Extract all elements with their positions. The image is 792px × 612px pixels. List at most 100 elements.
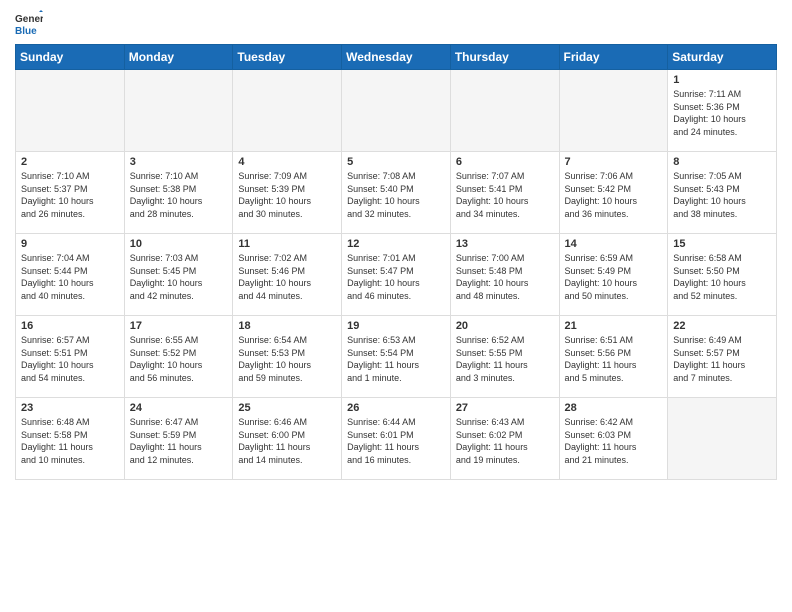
day-cell: 13 Sunrise: 7:00 AM Sunset: 5:48 PM Dayli… <box>450 234 559 316</box>
week-row-4: 16 Sunrise: 6:57 AM Sunset: 5:51 PM Dayli… <box>16 316 777 398</box>
day-number: 12 <box>347 238 445 250</box>
day-cell: 27 Sunrise: 6:43 AM Sunset: 6:02 PM Dayli… <box>450 398 559 480</box>
day-cell: 4 Sunrise: 7:09 AM Sunset: 5:39 PM Daylig… <box>233 152 342 234</box>
logo: General Blue <box>15 10 43 38</box>
day-number: 13 <box>456 238 554 250</box>
day-number: 24 <box>130 402 228 414</box>
calendar-table: SundayMondayTuesdayWednesdayThursdayFrid… <box>15 44 777 480</box>
day-info: Sunrise: 6:54 AM Sunset: 5:53 PM Dayligh… <box>238 334 336 384</box>
day-cell: 23Sunrise: 6:48 AM Sunset: 5:58 PM Dayli… <box>16 398 125 480</box>
weekday-sunday: Sunday <box>16 45 125 70</box>
day-number: 19 <box>347 320 445 332</box>
day-cell: 16 Sunrise: 6:57 AM Sunset: 5:51 PM Dayli… <box>16 316 125 398</box>
day-number: 4 <box>238 156 336 168</box>
weekday-thursday: Thursday <box>450 45 559 70</box>
day-info: Sunrise: 7:09 AM Sunset: 5:39 PM Dayligh… <box>238 170 336 220</box>
page: General Blue SundayMondayTuesdayWednesda… <box>0 0 792 612</box>
day-info: Sunrise: 6:53 AM Sunset: 5:54 PM Dayligh… <box>347 334 445 384</box>
day-cell: 26 Sunrise: 6:44 AM Sunset: 6:01 PM Dayli… <box>342 398 451 480</box>
day-info: Sunrise: 6:43 AM Sunset: 6:02 PM Dayligh… <box>456 416 554 466</box>
weekday-header-row: SundayMondayTuesdayWednesdayThursdayFrid… <box>16 45 777 70</box>
day-info: Sunrise: 7:02 AM Sunset: 5:46 PM Dayligh… <box>238 252 336 302</box>
day-cell: 22 Sunrise: 6:49 AM Sunset: 5:57 PM Dayli… <box>668 316 777 398</box>
day-info: Sunrise: 6:44 AM Sunset: 6:01 PM Dayligh… <box>347 416 445 466</box>
day-number: 2 <box>21 156 119 168</box>
day-cell: 18 Sunrise: 6:54 AM Sunset: 5:53 PM Dayli… <box>233 316 342 398</box>
day-info: Sunrise: 7:10 AM Sunset: 5:37 PM Dayligh… <box>21 170 119 220</box>
day-cell: 15Sunrise: 6:58 AM Sunset: 5:50 PM Dayli… <box>668 234 777 316</box>
day-cell: 17Sunrise: 6:55 AM Sunset: 5:52 PM Dayli… <box>124 316 233 398</box>
day-number: 5 <box>347 156 445 168</box>
day-cell: 14 Sunrise: 6:59 AM Sunset: 5:49 PM Dayli… <box>559 234 668 316</box>
day-info: Sunrise: 6:48 AM Sunset: 5:58 PM Dayligh… <box>21 416 119 466</box>
day-cell: 21 Sunrise: 6:51 AM Sunset: 5:56 PM Dayli… <box>559 316 668 398</box>
day-info: Sunrise: 7:06 AM Sunset: 5:42 PM Dayligh… <box>565 170 663 220</box>
day-number: 6 <box>456 156 554 168</box>
day-cell: 1 Sunrise: 7:11 AM Sunset: 5:36 PM Daylig… <box>668 70 777 152</box>
day-cell: 8 Sunrise: 7:05 AM Sunset: 5:43 PM Daylig… <box>668 152 777 234</box>
day-info: Sunrise: 6:59 AM Sunset: 5:49 PM Dayligh… <box>565 252 663 302</box>
day-number: 18 <box>238 320 336 332</box>
day-cell: 9Sunrise: 7:04 AM Sunset: 5:44 PM Daylig… <box>16 234 125 316</box>
day-cell <box>16 70 125 152</box>
svg-text:General: General <box>15 14 43 25</box>
day-info: Sunrise: 7:01 AM Sunset: 5:47 PM Dayligh… <box>347 252 445 302</box>
day-number: 3 <box>130 156 228 168</box>
weekday-friday: Friday <box>559 45 668 70</box>
day-cell: 20 Sunrise: 6:52 AM Sunset: 5:55 PM Dayli… <box>450 316 559 398</box>
logo-svg: General Blue <box>15 10 43 38</box>
day-number: 9 <box>21 238 119 250</box>
day-number: 27 <box>456 402 554 414</box>
day-cell: 5 Sunrise: 7:08 AM Sunset: 5:40 PM Daylig… <box>342 152 451 234</box>
day-info: Sunrise: 7:07 AM Sunset: 5:41 PM Dayligh… <box>456 170 554 220</box>
day-number: 7 <box>565 156 663 168</box>
day-cell <box>342 70 451 152</box>
day-number: 25 <box>238 402 336 414</box>
day-cell: 11 Sunrise: 7:02 AM Sunset: 5:46 PM Dayli… <box>233 234 342 316</box>
day-info: Sunrise: 6:51 AM Sunset: 5:56 PM Dayligh… <box>565 334 663 384</box>
week-row-5: 23Sunrise: 6:48 AM Sunset: 5:58 PM Dayli… <box>16 398 777 480</box>
header: General Blue <box>15 10 777 38</box>
day-info: Sunrise: 6:58 AM Sunset: 5:50 PM Dayligh… <box>673 252 771 302</box>
day-info: Sunrise: 7:00 AM Sunset: 5:48 PM Dayligh… <box>456 252 554 302</box>
day-cell: 6 Sunrise: 7:07 AM Sunset: 5:41 PM Daylig… <box>450 152 559 234</box>
day-cell <box>668 398 777 480</box>
day-number: 28 <box>565 402 663 414</box>
weekday-tuesday: Tuesday <box>233 45 342 70</box>
day-info: Sunrise: 6:46 AM Sunset: 6:00 PM Dayligh… <box>238 416 336 466</box>
day-cell <box>559 70 668 152</box>
week-row-1: 1 Sunrise: 7:11 AM Sunset: 5:36 PM Daylig… <box>16 70 777 152</box>
day-cell: 10 Sunrise: 7:03 AM Sunset: 5:45 PM Dayli… <box>124 234 233 316</box>
day-info: Sunrise: 7:11 AM Sunset: 5:36 PM Dayligh… <box>673 88 771 138</box>
day-cell: 2 Sunrise: 7:10 AM Sunset: 5:37 PM Daylig… <box>16 152 125 234</box>
day-cell: 12 Sunrise: 7:01 AM Sunset: 5:47 PM Dayli… <box>342 234 451 316</box>
day-number: 22 <box>673 320 771 332</box>
day-cell: 28Sunrise: 6:42 AM Sunset: 6:03 PM Dayli… <box>559 398 668 480</box>
day-number: 26 <box>347 402 445 414</box>
weekday-wednesday: Wednesday <box>342 45 451 70</box>
day-info: Sunrise: 6:47 AM Sunset: 5:59 PM Dayligh… <box>130 416 228 466</box>
week-row-2: 2 Sunrise: 7:10 AM Sunset: 5:37 PM Daylig… <box>16 152 777 234</box>
day-number: 16 <box>21 320 119 332</box>
day-number: 1 <box>673 74 771 86</box>
day-info: Sunrise: 6:49 AM Sunset: 5:57 PM Dayligh… <box>673 334 771 384</box>
day-info: Sunrise: 7:03 AM Sunset: 5:45 PM Dayligh… <box>130 252 228 302</box>
day-number: 8 <box>673 156 771 168</box>
day-number: 10 <box>130 238 228 250</box>
day-number: 20 <box>456 320 554 332</box>
day-info: Sunrise: 6:52 AM Sunset: 5:55 PM Dayligh… <box>456 334 554 384</box>
day-cell <box>450 70 559 152</box>
day-cell: 3Sunrise: 7:10 AM Sunset: 5:38 PM Daylig… <box>124 152 233 234</box>
day-cell: 7 Sunrise: 7:06 AM Sunset: 5:42 PM Daylig… <box>559 152 668 234</box>
day-info: Sunrise: 6:57 AM Sunset: 5:51 PM Dayligh… <box>21 334 119 384</box>
day-info: Sunrise: 7:08 AM Sunset: 5:40 PM Dayligh… <box>347 170 445 220</box>
day-cell <box>124 70 233 152</box>
day-number: 14 <box>565 238 663 250</box>
svg-text:Blue: Blue <box>15 26 37 37</box>
weekday-saturday: Saturday <box>668 45 777 70</box>
day-info: Sunrise: 6:55 AM Sunset: 5:52 PM Dayligh… <box>130 334 228 384</box>
day-number: 11 <box>238 238 336 250</box>
day-number: 21 <box>565 320 663 332</box>
day-cell: 19 Sunrise: 6:53 AM Sunset: 5:54 PM Dayli… <box>342 316 451 398</box>
day-info: Sunrise: 7:05 AM Sunset: 5:43 PM Dayligh… <box>673 170 771 220</box>
